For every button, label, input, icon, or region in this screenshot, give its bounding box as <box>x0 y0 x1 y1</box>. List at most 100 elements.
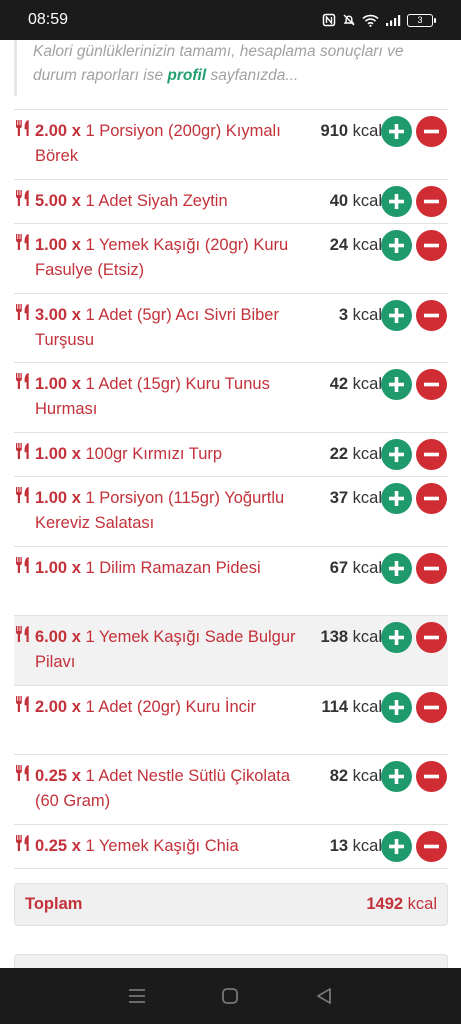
fork-knife-icon <box>16 834 29 851</box>
remove-button[interactable] <box>416 691 447 723</box>
kcal-value: 42 <box>329 375 349 393</box>
plus-icon <box>389 699 404 715</box>
main-content: Kalori günlüklerinizin tamamı, hesaplama… <box>0 40 461 968</box>
profile-link[interactable]: profil <box>167 67 206 84</box>
food-desc[interactable]: 1.00 x 1 Adet (15gr) Kuru Tunus Hurması <box>35 372 300 422</box>
fork-knife-icon <box>16 303 29 320</box>
remove-button[interactable] <box>416 299 447 331</box>
food-kcal: 67 kcal <box>330 556 382 581</box>
food-qty: 3.00 x <box>35 305 81 324</box>
add-button[interactable] <box>381 552 412 584</box>
food-kcal: 138 kcal <box>321 625 382 650</box>
add-button[interactable] <box>381 483 412 514</box>
kcal-unit: kcal <box>352 767 382 785</box>
food-desc[interactable]: 2.00 x 1 Porsiyon (200gr) Kıymalı Börek <box>35 119 300 169</box>
remove-button[interactable] <box>416 483 447 514</box>
add-button[interactable] <box>381 622 412 653</box>
minus-icon <box>424 774 439 779</box>
plus-icon <box>389 769 404 784</box>
food-kcal: 37 kcal <box>330 486 382 511</box>
remove-button[interactable] <box>416 230 447 261</box>
fork-knife-icon <box>16 695 29 712</box>
total-kcal: 1492 <box>366 895 404 913</box>
food-row: 5.00 x 1 Adet Siyah Zeytin 40 kcal <box>14 180 448 224</box>
remove-button[interactable] <box>416 369 447 400</box>
plus-icon <box>389 446 404 462</box>
food-kcal: 22 kcal <box>330 442 382 467</box>
food-row: 1.00 x 1 Yemek Kaşığı (20gr) Kuru Fasuly… <box>14 224 448 294</box>
kcal-value: 114 <box>321 697 349 716</box>
food-desc[interactable]: 1.00 x 1 Porsiyon (115gr) Yoğurtlu Kerev… <box>35 486 300 536</box>
food-desc[interactable]: 5.00 x 1 Adet Siyah Zeytin <box>35 189 300 214</box>
food-qty: 1.00 x <box>35 236 81 254</box>
add-button[interactable] <box>381 299 412 331</box>
add-button[interactable] <box>381 761 412 792</box>
food-kcal: 24 kcal <box>330 233 382 258</box>
food-row: 0.25 x 1 Adet Nestle Sütlü Çikolata (60 … <box>14 755 448 825</box>
food-desc[interactable]: 6.00 x 1 Yemek Kaşığı Sade Bulgur Pilavı <box>35 625 300 675</box>
fork-knife-icon <box>16 120 29 136</box>
kcal-unit: kcal <box>352 836 382 855</box>
remove-button[interactable] <box>416 761 447 792</box>
home-button[interactable] <box>210 976 250 1016</box>
status-bar: 08:59 3 <box>0 0 461 40</box>
food-row: 3.00 x 1 Adet (5gr) Acı Sivri Biber Turş… <box>14 294 448 363</box>
food-name: 100gr Kırmızı Turp <box>85 444 223 463</box>
kcal-value: 67 <box>329 558 349 577</box>
kcal-value: 82 <box>329 767 349 785</box>
add-button[interactable] <box>381 116 412 147</box>
food-row: 0.25 x 1 Yemek Kaşığı Chia 13 kcal <box>14 825 448 869</box>
minus-icon <box>424 199 439 203</box>
plus-icon <box>389 124 404 139</box>
plus-icon <box>389 560 404 576</box>
food-desc[interactable]: 0.25 x 1 Yemek Kaşığı Chia <box>35 834 300 859</box>
minus-icon <box>424 705 439 709</box>
remove-button[interactable] <box>416 116 447 147</box>
add-button[interactable] <box>381 369 412 400</box>
fork-knife-icon <box>16 556 29 573</box>
food-desc[interactable]: 1.00 x 100gr Kırmızı Turp <box>35 442 300 467</box>
kcal-unit: kcal <box>352 305 382 324</box>
food-qty: 5.00 x <box>35 191 81 210</box>
food-desc[interactable]: 3.00 x 1 Adet (5gr) Acı Sivri Biber Turş… <box>35 303 300 353</box>
food-qty: 1.00 x <box>35 558 81 577</box>
minus-icon <box>424 635 439 640</box>
food-kcal: 910 kcal <box>321 119 382 144</box>
wifi-icon <box>362 14 379 27</box>
food-desc[interactable]: 1.00 x 1 Yemek Kaşığı (20gr) Kuru Fasuly… <box>35 233 300 283</box>
total-unit: kcal <box>407 895 437 913</box>
remove-button[interactable] <box>416 830 447 862</box>
minus-icon <box>424 452 439 456</box>
system-nav-bar <box>0 968 461 1024</box>
remove-button[interactable] <box>416 438 447 470</box>
fork-knife-icon <box>16 626 29 642</box>
minus-icon <box>424 566 439 570</box>
kcal-value: 138 <box>320 628 349 646</box>
remove-button[interactable] <box>416 185 447 217</box>
fork-knife-icon <box>16 765 29 781</box>
total-label: Toplam <box>25 895 83 913</box>
food-desc[interactable]: 0.25 x 1 Adet Nestle Sütlü Çikolata (60 … <box>35 764 300 814</box>
remove-button[interactable] <box>416 552 447 584</box>
food-qty: 1.00 x <box>35 375 81 393</box>
food-row: 1.00 x 100gr Kırmızı Turp 22 kcal <box>14 433 448 477</box>
back-button[interactable] <box>304 976 344 1016</box>
add-button[interactable] <box>381 185 412 217</box>
plus-icon <box>389 193 404 209</box>
kcal-value: 3 <box>338 305 349 324</box>
add-button[interactable] <box>381 691 412 723</box>
kcal-unit: kcal <box>352 375 382 393</box>
food-desc[interactable]: 1.00 x 1 Dilim Ramazan Pidesi <box>35 556 300 581</box>
minus-icon <box>424 496 439 501</box>
food-desc[interactable]: 2.00 x 1 Adet (20gr) Kuru İncir <box>35 695 300 720</box>
remove-button[interactable] <box>416 622 447 653</box>
battery-icon: 3 <box>407 13 436 27</box>
menu-button[interactable] <box>117 976 157 1016</box>
add-button[interactable] <box>381 230 412 261</box>
add-button[interactable] <box>381 830 412 862</box>
food-qty: 2.00 x <box>35 122 81 140</box>
kcal-unit: kcal <box>352 236 382 254</box>
add-button[interactable] <box>381 438 412 470</box>
food-qty: 2.00 x <box>35 697 81 716</box>
kcal-value: 910 <box>320 122 349 140</box>
